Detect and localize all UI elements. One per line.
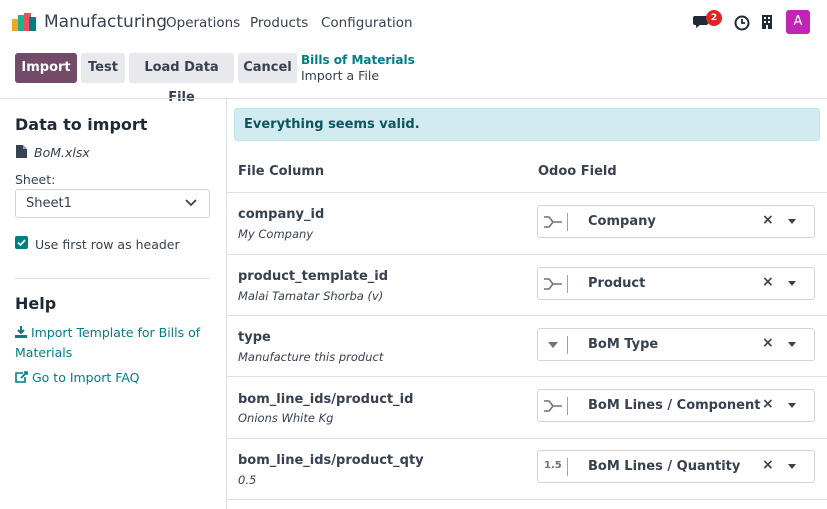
caret-down-icon[interactable] [788,281,796,286]
row-separator [227,192,827,193]
caret-down-icon[interactable] [788,219,796,224]
field-select-label: Product [588,276,646,291]
data-to-import-title: Data to import [15,115,148,134]
breadcrumb-bills-of-materials[interactable]: Bills of Materials [301,53,415,67]
clear-icon[interactable]: × [762,457,774,473]
field-select-label: BoM Lines / Component [588,398,761,413]
column-name: type [238,330,271,345]
menu-operations[interactable]: Operations [166,15,240,31]
menu-configuration[interactable]: Configuration [321,15,413,31]
load-data-file-button[interactable]: Load Data File [129,53,234,105]
caret-down-icon[interactable] [788,342,796,347]
column-name: bom_line_ids/product_qty [238,453,424,468]
file-icon [16,145,27,158]
clock-icon[interactable] [734,15,750,31]
building-icon[interactable] [761,14,773,30]
download-icon [15,326,27,338]
import-template-link-text[interactable]: Import Template for Bills of Materials [15,325,200,360]
sheet-select[interactable]: Sheet1 [15,189,210,218]
import-button[interactable]: Import [15,53,77,83]
checkmark-icon [17,239,26,247]
column-sample: 0.5 [238,473,257,487]
use-header-checkbox[interactable] [15,236,28,249]
column-sample: Malai Tamatar Shorba (v) [238,289,384,303]
column-name: company_id [238,207,325,222]
float-icon: 1.5 [542,458,568,476]
clear-icon[interactable]: × [762,212,774,228]
odoo-field-header: Odoo Field [538,164,617,179]
field-select-bom-lines-component[interactable]: BoM Lines / Component × [537,389,815,422]
field-select-label: Company [588,214,656,229]
row-separator [227,376,827,377]
field-select-bom-lines-quantity[interactable]: 1.5 BoM Lines / Quantity × [537,450,815,483]
column-sample: My Company [238,227,314,241]
relation-icon [542,275,568,293]
import-faq-link[interactable]: Go to Import FAQ [15,370,140,385]
column-name: product_template_id [238,269,389,284]
relation-icon [542,397,568,415]
row-separator [227,499,827,500]
use-header-label[interactable]: Use first row as header [35,237,180,252]
breadcrumb-current: Import a File [301,68,380,83]
float-icon-text: 1.5 [544,460,562,471]
user-avatar[interactable]: A [786,10,810,34]
header-divider [0,98,827,99]
caret-down-icon[interactable] [788,464,796,469]
row-separator [227,254,827,255]
import-template-link[interactable]: Import Template for Bills of Materials [15,323,215,363]
chevron-down-icon [185,199,197,207]
sheet-select-value: Sheet1 [26,196,72,211]
external-link-icon [15,371,28,383]
selection-icon [542,336,568,354]
column-sample: Onions White Kg [238,411,334,425]
row-separator [227,438,827,439]
caret-down-icon[interactable] [788,403,796,408]
message-count-badge: 2 [706,10,722,26]
app-title[interactable]: Manufacturing [44,12,167,32]
field-select-label: BoM Lines / Quantity [588,459,741,474]
sheet-label: Sheet: [15,172,56,187]
test-button[interactable]: Test [81,53,125,83]
field-select-label: BoM Type [588,337,659,352]
help-title: Help [15,294,57,313]
clear-icon[interactable]: × [762,396,774,412]
validation-alert: Everything seems valid. [234,108,820,141]
validation-alert-text: Everything seems valid. [244,117,420,132]
menu-products[interactable]: Products [250,15,308,31]
top-navbar: Manufacturing Operations Products Config… [0,0,827,46]
field-select-product[interactable]: Product × [537,267,815,300]
sidebar-rule [15,278,210,279]
file-column-header: File Column [238,164,325,179]
relation-icon [542,213,568,231]
manufacturing-app-icon[interactable] [12,13,36,31]
field-select-company[interactable]: Company × [537,205,815,238]
sidebar-divider [226,99,227,509]
column-sample: Manufacture this product [238,350,384,364]
clear-icon[interactable]: × [762,335,774,351]
clear-icon[interactable]: × [762,274,774,290]
import-faq-link-text[interactable]: Go to Import FAQ [32,370,140,385]
file-name: BoM.xlsx [34,145,90,160]
cancel-button[interactable]: Cancel [238,53,297,83]
field-select-bom-type[interactable]: BoM Type × [537,328,815,361]
column-name: bom_line_ids/product_id [238,392,414,407]
row-separator [227,315,827,316]
